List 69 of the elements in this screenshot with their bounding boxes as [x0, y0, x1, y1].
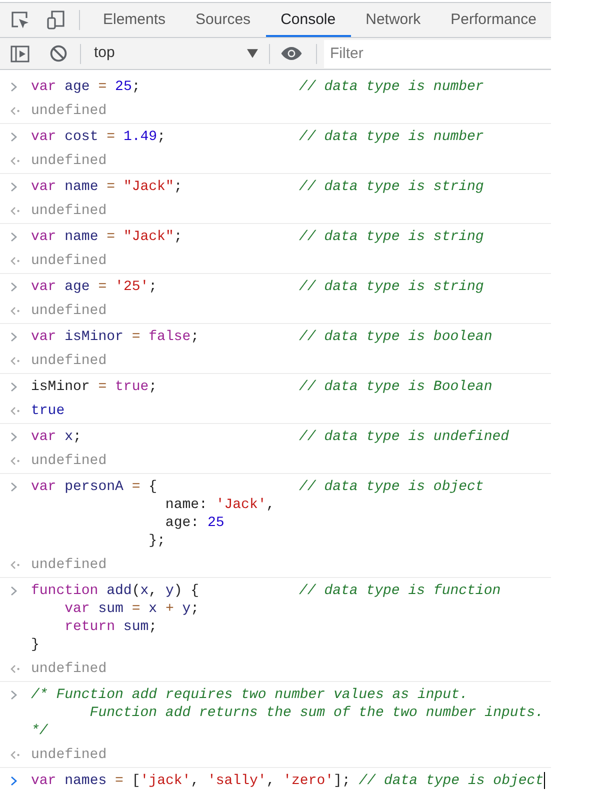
code-text: var age = 25; — [31, 78, 140, 96]
result-value: undefined — [31, 660, 107, 678]
context-select[interactable]: top — [86, 40, 264, 66]
code-comment: // data type is Boolean — [299, 378, 492, 396]
sidebar-icon[interactable] — [10, 44, 30, 64]
chevron-right-icon — [10, 382, 18, 392]
result-value: true — [31, 402, 65, 420]
filter-field[interactable]: Filter — [324, 40, 551, 68]
code-text: var x; — [31, 428, 82, 446]
code-comment: // data type is number — [299, 128, 484, 146]
caret-icon — [247, 49, 258, 58]
result-value: undefined — [31, 556, 107, 574]
arrow-left-icon — [10, 306, 20, 316]
result-value: undefined — [31, 102, 107, 120]
devtools-tab[interactable]: Elements — [88, 3, 181, 37]
result-value: undefined — [31, 202, 107, 220]
arrow-left-icon — [10, 106, 20, 116]
chevron-right-icon — [10, 332, 18, 342]
code-text: var age = '25'; — [31, 278, 158, 296]
chevron-right-icon — [10, 586, 18, 596]
code-text: isMinor = true; — [31, 378, 158, 396]
code-comment: // data type is function — [299, 582, 501, 600]
text-cursor-icon — [544, 772, 545, 789]
devtools-tab[interactable]: Network — [350, 3, 436, 37]
arrow-left-icon — [10, 206, 20, 216]
code-comment: // data type is string — [299, 228, 484, 246]
eye-icon[interactable] — [281, 47, 302, 60]
chevron-right-icon — [10, 132, 18, 142]
arrow-left-icon — [10, 256, 20, 266]
arrow-left-icon — [10, 406, 20, 416]
result-value: undefined — [31, 452, 107, 470]
code-comment: // data type is string — [299, 178, 484, 196]
mobile-device-icon[interactable] — [46, 10, 66, 30]
result-value: undefined — [31, 302, 107, 320]
cursor-select-icon[interactable] — [10, 10, 30, 30]
chevron-right-icon — [10, 82, 18, 92]
code-comment: // data type is string — [299, 278, 484, 296]
chevron-right-icon — [10, 232, 18, 242]
code-text: var name = "Jack"; — [31, 228, 182, 246]
chevron-right-icon — [10, 482, 18, 492]
code-comment: // data type is number — [299, 78, 484, 96]
arrow-left-icon — [10, 750, 20, 760]
result-value: undefined — [31, 352, 107, 370]
code-text: var isMinor = false; — [31, 328, 200, 346]
result-value: undefined — [31, 746, 107, 764]
arrow-left-icon — [10, 156, 20, 166]
arrow-left-icon — [10, 356, 20, 366]
code-text: var personA = { name: 'Jack', age: 25 }; — [31, 478, 275, 550]
prompt-field[interactable]: var names = ['jack', 'sally', 'zero']; // data type is object — [31, 772, 545, 790]
arrow-left-icon — [10, 664, 20, 674]
code-comment: // data type is object — [299, 478, 484, 496]
code-comment: // data type is undefined — [299, 428, 510, 446]
circle-slash-icon[interactable] — [49, 44, 68, 63]
chevron-right-icon — [10, 432, 18, 442]
code-text: var name = "Jack"; — [31, 178, 182, 196]
arrow-left-icon — [10, 560, 20, 570]
result-value: undefined — [31, 152, 107, 170]
chevron-right-icon — [10, 776, 18, 786]
code-text: function add(x, y) { var sum = x + y; return sum; } — [31, 582, 200, 654]
chevron-right-icon — [10, 690, 18, 700]
code-text: var cost = 1.49; — [31, 128, 166, 146]
arrow-left-icon — [10, 456, 20, 466]
code-text: /* Function add requires two number values as input. Function add returns the sum of the two number inputs. */ — [31, 686, 544, 740]
chevron-right-icon — [10, 182, 18, 192]
devtools-tab[interactable]: Performance — [436, 3, 552, 37]
code-comment: // data type is boolean — [299, 328, 492, 346]
chevron-right-icon — [10, 282, 18, 292]
devtools-tab[interactable]: Sources — [180, 3, 266, 37]
result-value: undefined — [31, 252, 107, 270]
